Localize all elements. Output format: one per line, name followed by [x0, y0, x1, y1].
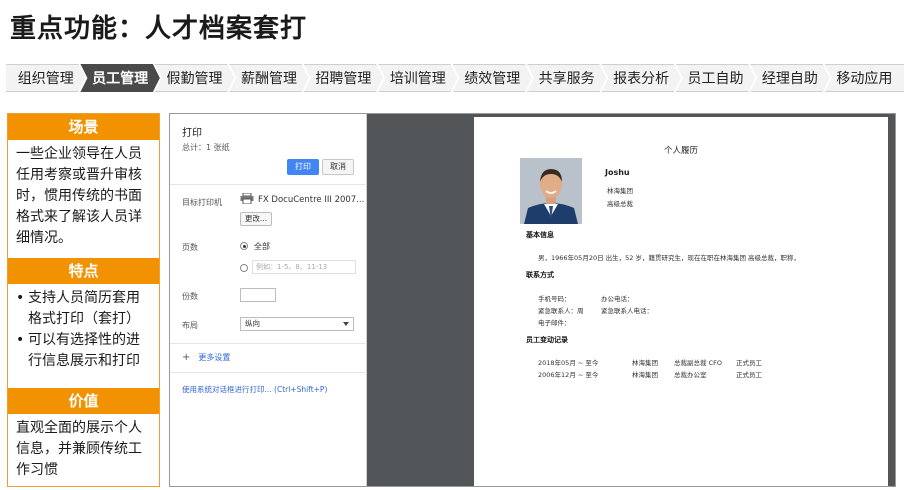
layout-select[interactable]: 纵向: [240, 317, 354, 331]
history-date: 2006年12月 ~ 至今: [538, 371, 599, 379]
info-panel: 场景 一些企业领导在人员任用考察或晋升审核时，惯用传统的书面格式来了解该人员详细…: [7, 113, 160, 487]
tab-mobile-app[interactable]: 移动应用: [824, 64, 905, 92]
pages-all-radio[interactable]: [240, 242, 248, 250]
contact-title: 联系方式: [526, 271, 554, 279]
print-dialog-title: 打印: [182, 128, 202, 139]
cancel-button[interactable]: 取消: [322, 159, 354, 175]
value-heading: 价值: [8, 388, 159, 414]
pages-all-label: 全部: [254, 242, 270, 251]
divider: [170, 372, 367, 373]
history-status: 正式员工: [736, 371, 762, 379]
basic-info-title: 基本信息: [526, 231, 554, 239]
scene-text: 一些企业领导在人员任用考察或晋升审核时，惯用传统的书面格式来了解该人员详细情况。: [16, 146, 142, 246]
print-button[interactable]: 打印: [287, 159, 319, 175]
divider: [170, 184, 367, 185]
employee-org: 林海集团: [607, 187, 633, 195]
plus-icon: +: [182, 352, 191, 363]
print-settings-pane: 打印 总计：1 张纸 打印 取消 目标打印机 FX DocuCentre III…: [170, 114, 367, 486]
change-printer-button[interactable]: 更改...: [240, 212, 272, 226]
mobile-label: 手机号码：: [538, 295, 571, 303]
employee-photo: [520, 158, 582, 224]
features-heading: 特点: [8, 258, 159, 284]
tab-performance-management[interactable]: 绩效管理: [453, 64, 532, 92]
employee-name: Joshu: [605, 168, 630, 177]
tab-manager-self-service[interactable]: 经理自助: [750, 64, 829, 92]
history-org: 林海集团: [632, 359, 658, 367]
scene-heading: 场景: [8, 114, 159, 140]
chevron-down-icon: [343, 322, 349, 326]
more-settings-link[interactable]: + 更多设置: [182, 352, 230, 363]
resume-page-preview: 个人履历 Joshu 林海集团 高级总裁 基本信息 男，1966年05月20日 …: [474, 117, 888, 486]
more-settings-label: 更多设置: [198, 353, 231, 362]
office-phone-label: 办公电话：: [601, 295, 634, 303]
tab-employee-management[interactable]: 员工管理: [80, 64, 159, 92]
resume-title: 个人履历: [663, 146, 698, 156]
history-date: 2018年05月 ~ 至今: [538, 359, 599, 367]
pages-range-input[interactable]: 例如：1-5、8、11-13: [252, 260, 356, 274]
layout-value: 纵向: [245, 319, 260, 328]
tab-recruitment-management[interactable]: 招聘管理: [304, 64, 383, 92]
tab-employee-self-service[interactable]: 员工自助: [676, 64, 755, 92]
sheet-total: 总计：1 张纸: [182, 143, 230, 152]
tab-payroll-management[interactable]: 薪酬管理: [229, 64, 308, 92]
emergency-contact-label: 紧急联系人：周: [538, 307, 584, 315]
target-printer-label: 目标打印机: [182, 198, 222, 207]
system-dialog-link[interactable]: 使用系统对话框进行打印... (Ctrl+Shift+P): [182, 384, 327, 395]
printer-name: FX DocuCentre III 2007...: [258, 195, 365, 205]
history-title: 员工变动记录: [526, 336, 568, 344]
printer-icon: [240, 193, 254, 204]
value-text: 直观全面的展示个人信息，并兼顾传统工作习惯: [16, 420, 142, 478]
emergency-phone-label: 紧急联系人电话：: [601, 307, 653, 315]
module-nav: 组织管理 员工管理 假勤管理 薪酬管理 招聘管理 培训管理 绩效管理 共享服务 …: [6, 64, 905, 92]
pages-custom-radio[interactable]: [240, 264, 248, 272]
tab-attendance-management[interactable]: 假勤管理: [155, 64, 234, 92]
history-status: 正式员工: [736, 359, 762, 367]
tab-training-management[interactable]: 培训管理: [378, 64, 457, 92]
history-role: 总裁办公室: [674, 371, 707, 379]
copies-label: 份数: [182, 292, 198, 301]
features-body: 支持人员简历套用格式打印（套打） 可以有选择性的进行信息展示和打印: [8, 284, 159, 388]
pages-label: 页数: [182, 243, 198, 252]
history-role: 总裁副总裁 CFO: [674, 359, 722, 367]
feature-item: 可以有选择性的进行信息展示和打印: [16, 330, 153, 372]
feature-item: 支持人员简历套用格式打印（套打）: [16, 288, 153, 330]
layout-label: 布局: [182, 321, 198, 330]
basic-info-text: 男，1966年05月20日 出生，52 岁，籍贯研究生，现在在职在林海集团 高级…: [538, 254, 801, 262]
divider: [170, 343, 367, 344]
tab-org-management[interactable]: 组织管理: [6, 64, 85, 92]
copies-input[interactable]: [240, 288, 276, 302]
tab-shared-services[interactable]: 共享服务: [527, 64, 606, 92]
employee-position: 高级总裁: [607, 200, 633, 208]
tab-report-analysis[interactable]: 报表分析: [601, 64, 680, 92]
page-title: 重点功能：人才档案套打: [10, 14, 308, 44]
print-preview-screenshot: 打印 总计：1 张纸 打印 取消 目标打印机 FX DocuCentre III…: [169, 113, 896, 487]
history-org: 林海集团: [632, 371, 658, 379]
email-label: 电子邮件：: [538, 319, 571, 327]
